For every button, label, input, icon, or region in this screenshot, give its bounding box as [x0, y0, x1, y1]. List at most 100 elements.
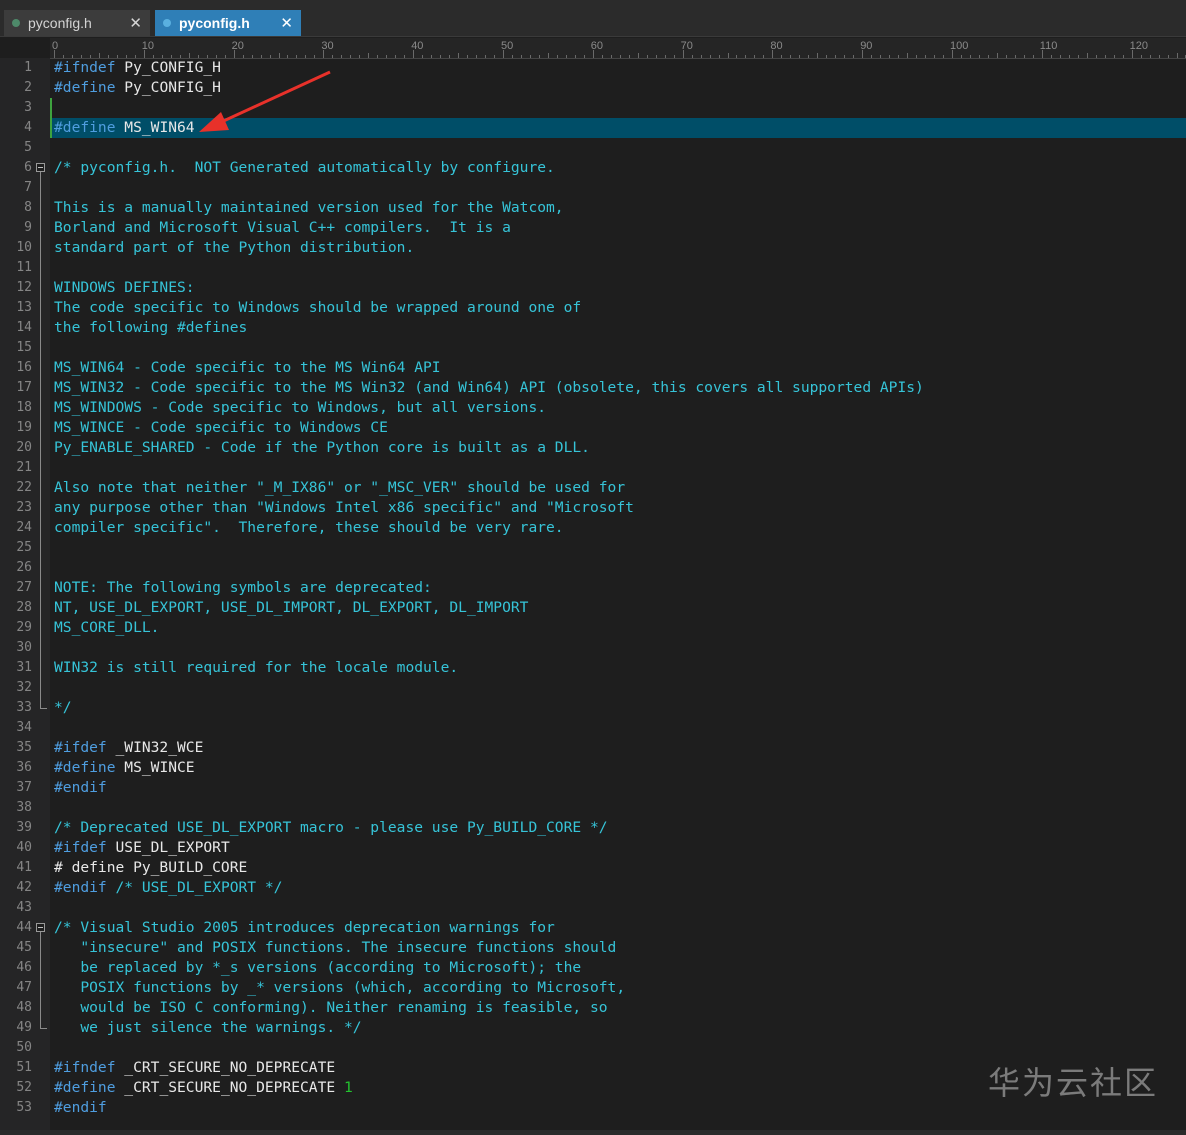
- code-line: we just silence the warnings. */: [52, 1018, 1186, 1038]
- code-line: the following #defines: [52, 318, 1186, 338]
- line-number: 14: [16, 320, 32, 335]
- line-number-gutter[interactable]: 1 2 3 4 5 6 7 8 9 10 11 12 13 14 15 16 17 18 19 20 21 22 23 24 2…: [0, 58, 50, 1135]
- tab-bar: pyconfig.h ✕ pyconfig.h ✕: [0, 0, 1186, 37]
- ruler-label: 70: [680, 40, 693, 52]
- code-line: #ifdef USE_DL_EXPORT: [52, 838, 1186, 858]
- code-token: WINDOWS DEFINES:: [54, 279, 195, 296]
- annotation-arrow: [199, 70, 331, 132]
- fold-line: [40, 172, 41, 708]
- ruler-label: 90: [860, 40, 873, 52]
- code-token: we just silence the warnings. */: [54, 1019, 362, 1036]
- line-number: 23: [16, 500, 32, 515]
- line-number: 48: [16, 1000, 32, 1015]
- code-line: MS_WIN32 - Code specific to the MS Win32…: [52, 378, 1186, 398]
- line-number: 32: [16, 680, 32, 695]
- code-token: _CRT_SECURE_NO_DEPRECATE: [115, 1059, 336, 1076]
- line-number: 24: [16, 520, 32, 535]
- code-line: #define MS_WINCE: [52, 758, 1186, 778]
- line-number: 6: [24, 160, 32, 175]
- code-line: /* Deprecated USE_DL_EXPORT macro - plea…: [52, 818, 1186, 838]
- code-line: be replaced by *_s versions (according t…: [52, 958, 1186, 978]
- line-number: 13: [16, 300, 32, 315]
- code-line: /* Visual Studio 2005 introduces depreca…: [52, 918, 1186, 938]
- line-number: 35: [16, 740, 32, 755]
- line-number: 46: [16, 960, 32, 975]
- code-token: #define: [54, 79, 116, 96]
- line-number: 53: [16, 1100, 32, 1115]
- ruler-label: 20: [231, 40, 244, 52]
- code-token: This is a manually maintained version us…: [54, 199, 564, 216]
- code-token: # define Py_BUILD_CORE: [54, 859, 248, 876]
- code-line: The code specific to Windows should be w…: [52, 298, 1186, 318]
- code-token: #ifndef: [54, 1059, 116, 1076]
- ruler-label: 30: [321, 40, 334, 52]
- code-token: standard part of the Python distribution…: [54, 239, 415, 256]
- line-number: 11: [16, 260, 32, 275]
- code-token: #ifndef: [54, 59, 116, 76]
- tab-pyconfig-2[interactable]: pyconfig.h ✕: [155, 10, 301, 36]
- line-number: 26: [16, 560, 32, 575]
- code-token: Borland and Microsoft Visual C++ compile…: [54, 219, 511, 236]
- code-line: MS_WIN64 - Code specific to the MS Win64…: [52, 358, 1186, 378]
- line-number: 47: [16, 980, 32, 995]
- code-token: #endif: [54, 879, 107, 896]
- ruler-label: 100: [950, 40, 969, 52]
- close-icon[interactable]: ✕: [129, 14, 142, 32]
- code-token: MS_WINDOWS - Code specific to Windows, b…: [54, 399, 547, 416]
- line-number: 7: [24, 180, 32, 195]
- line-number: 4: [24, 120, 32, 135]
- close-icon[interactable]: ✕: [280, 14, 293, 32]
- line-number: 12: [16, 280, 32, 295]
- code-line: # define Py_BUILD_CORE: [52, 858, 1186, 878]
- line-number: 37: [16, 780, 32, 795]
- code-token: MS_WINCE - Code specific to Windows CE: [54, 419, 388, 436]
- line-number: 49: [16, 1020, 32, 1035]
- fold-toggle-icon[interactable]: [36, 923, 45, 932]
- code-line: #endif: [52, 778, 1186, 798]
- code-token: Also note that neither "_M_IX86" or "_MS…: [54, 479, 626, 496]
- code-token: MS_CORE_DLL.: [54, 619, 160, 636]
- code-token: MS_WINCE: [115, 759, 195, 776]
- fold-line: [40, 932, 41, 1028]
- code-token: MS_WIN32 - Code specific to the MS Win32…: [54, 379, 924, 396]
- line-number: 31: [16, 660, 32, 675]
- code-token: would be ISO C conforming). Neither rena…: [54, 999, 608, 1016]
- ruler-label: 80: [770, 40, 783, 52]
- code-line: POSIX functions by _* versions (which, a…: [52, 978, 1186, 998]
- code-line: This is a manually maintained version us…: [52, 198, 1186, 218]
- code-line: MS_WINDOWS - Code specific to Windows, b…: [52, 398, 1186, 418]
- line-number: 15: [16, 340, 32, 355]
- code-token: #define: [54, 759, 116, 776]
- ruler-label: 0: [52, 40, 59, 52]
- horizontal-scrollbar[interactable]: [0, 1130, 1186, 1135]
- code-line: WINDOWS DEFINES:: [52, 278, 1186, 298]
- fold-toggle-icon[interactable]: [36, 163, 45, 172]
- code-token: MS_WIN64 - Code specific to the MS Win64…: [54, 359, 441, 376]
- code-token: /* Deprecated USE_DL_EXPORT macro - plea…: [54, 819, 608, 836]
- line-number: 36: [16, 760, 32, 775]
- line-number: 1: [24, 60, 32, 75]
- tab-pyconfig-1[interactable]: pyconfig.h ✕: [4, 10, 150, 36]
- code-token: NOTE: The following symbols are deprecat…: [54, 579, 432, 596]
- code-token: "insecure" and POSIX functions. The inse…: [54, 939, 617, 956]
- line-number: 43: [16, 900, 32, 915]
- watermark-text: 华为云社区: [988, 1064, 1159, 1102]
- line-number: 30: [16, 640, 32, 655]
- code-line: */: [52, 698, 1186, 718]
- code-token: USE_DL_EXPORT: [106, 839, 230, 856]
- code-line: MS_CORE_DLL.: [52, 618, 1186, 638]
- fold-end: [40, 1028, 47, 1029]
- code-editor[interactable]: #ifndef Py_CONFIG_H #define Py_CONFIG_H #d…: [52, 58, 1186, 1135]
- line-number: 44: [16, 920, 32, 935]
- code-line: would be ISO C conforming). Neither rena…: [52, 998, 1186, 1018]
- code-token: Py_ENABLE_SHARED - Code if the Python co…: [54, 439, 590, 456]
- line-number: 3: [24, 100, 32, 115]
- line-number: 10: [16, 240, 32, 255]
